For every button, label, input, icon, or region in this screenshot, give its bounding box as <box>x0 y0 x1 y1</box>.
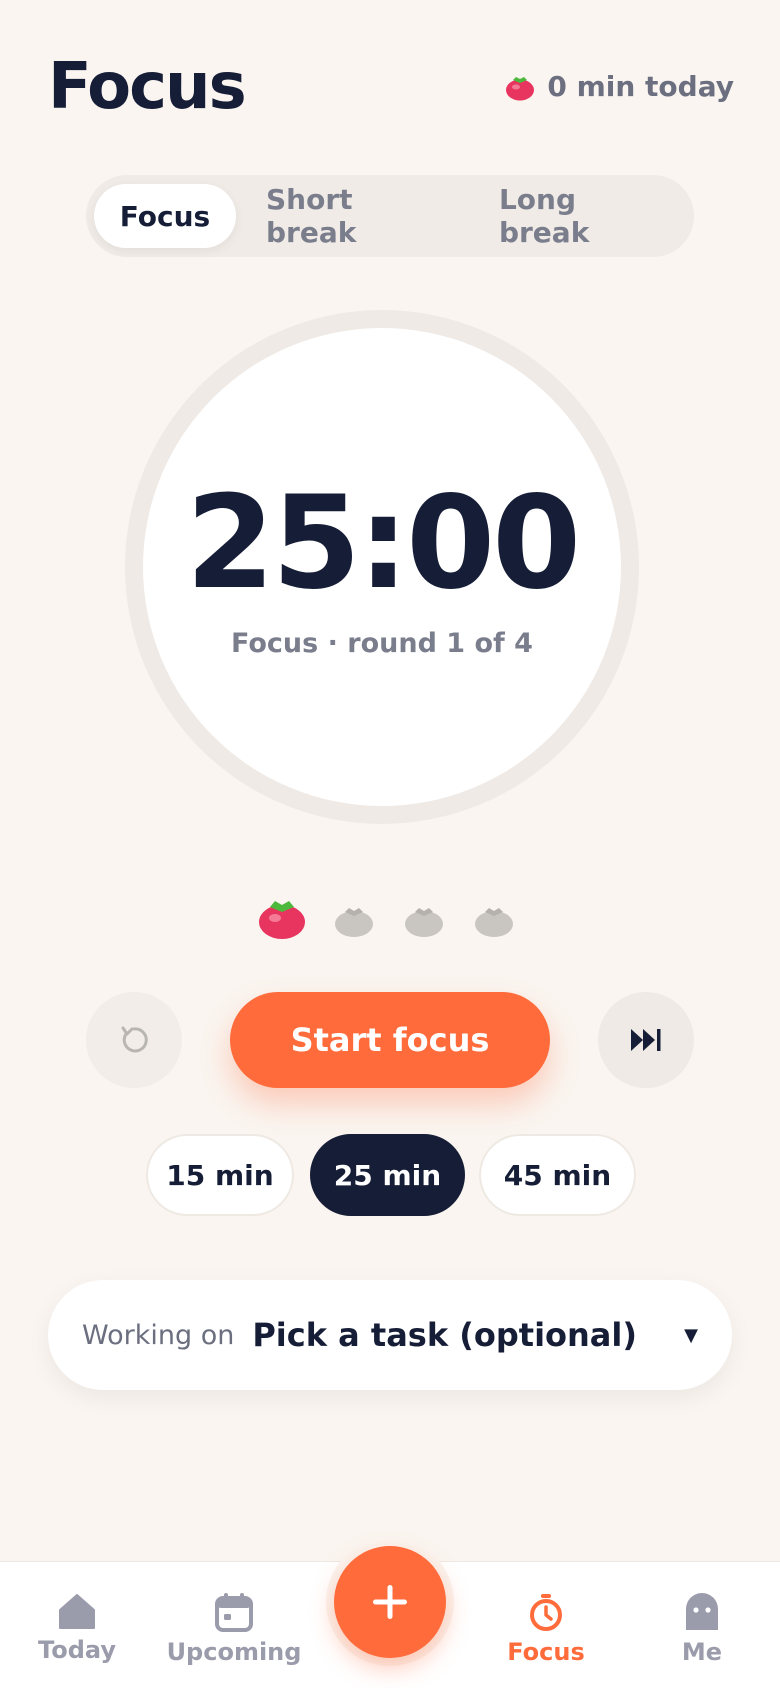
caret-down-icon: ▼ <box>684 1324 698 1346</box>
task-picker-label: Working on <box>82 1319 235 1351</box>
tomato-round-inactive-icon <box>405 908 443 937</box>
stopwatch-icon <box>530 1594 562 1631</box>
nav-label-focus: Focus <box>507 1638 585 1666</box>
home-icon <box>59 1594 95 1629</box>
nav-item-me[interactable]: Me <box>637 1592 767 1666</box>
nav-label-today: Today <box>38 1636 116 1664</box>
round-indicators <box>258 895 528 945</box>
nav-item-upcoming[interactable]: Upcoming <box>166 1592 302 1666</box>
plus-icon <box>373 1585 407 1619</box>
page-title: Focus <box>48 50 247 124</box>
mode-switcher: Focus Short break Long break <box>86 175 694 257</box>
tomato-round-active-icon <box>259 901 305 939</box>
skip-icon <box>631 1029 661 1051</box>
tomato-icon <box>506 76 535 100</box>
today-focus-stat: 0 min today <box>505 70 734 103</box>
timer-round-label: Focus · round 1 of 4 <box>231 628 533 659</box>
tomato-round-inactive-icon <box>475 908 513 937</box>
nav-item-today[interactable]: Today <box>12 1592 142 1664</box>
task-picker-value: Pick a task (optional) <box>252 1316 637 1354</box>
today-stat-text: 0 min today <box>547 70 734 103</box>
skip-button[interactable] <box>598 992 694 1088</box>
preset-15-min[interactable]: 15 min <box>146 1134 294 1216</box>
reset-icon <box>121 1026 148 1053</box>
preset-25-min[interactable]: 25 min <box>310 1134 465 1216</box>
reset-button[interactable] <box>86 992 182 1088</box>
mode-tab-long-break[interactable]: Long break <box>469 183 686 249</box>
add-button[interactable] <box>334 1546 446 1658</box>
mode-tab-focus[interactable]: Focus <box>94 184 236 248</box>
start-focus-button[interactable]: Start focus <box>230 992 550 1088</box>
calendar-icon <box>215 1593 253 1632</box>
nav-item-focus[interactable]: Focus <box>481 1592 611 1666</box>
nav-label-upcoming: Upcoming <box>166 1638 302 1666</box>
profile-ghost-icon <box>686 1593 718 1630</box>
nav-label-me: Me <box>681 1638 723 1666</box>
mode-tab-short-break[interactable]: Short break <box>236 183 469 249</box>
preset-45-min[interactable]: 45 min <box>479 1134 636 1216</box>
tomato-round-inactive-icon <box>335 908 373 937</box>
timer-display: 25:00 <box>185 469 581 618</box>
task-picker[interactable]: Working on Pick a task (optional) ▼ <box>48 1280 732 1390</box>
